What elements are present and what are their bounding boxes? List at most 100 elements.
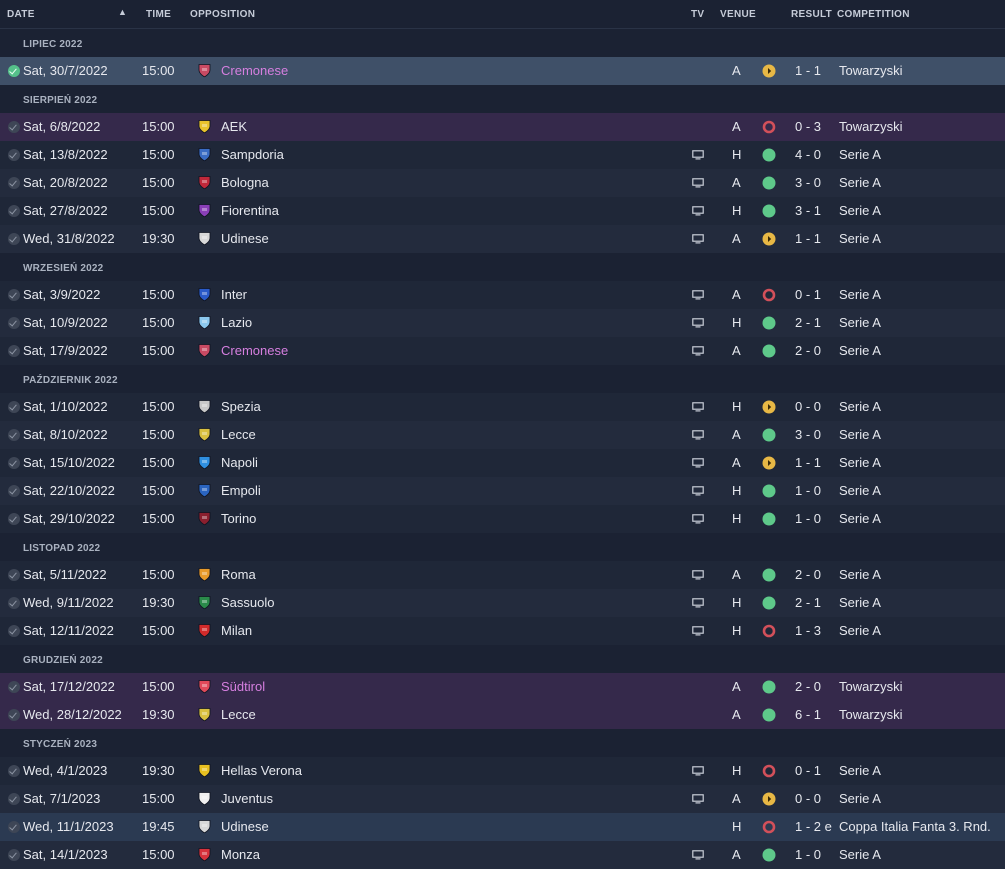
opponent-name[interactable]: Cremonese [221,343,288,358]
opponent-name[interactable]: Cremonese [221,63,288,78]
checkmark-icon[interactable] [8,681,20,693]
checkmark-icon[interactable] [8,457,20,469]
checkmark-icon[interactable] [8,513,20,525]
checkmark-icon[interactable] [8,401,20,413]
opponent-name[interactable]: Lazio [221,315,252,330]
competition-name[interactable]: Serie A [839,791,881,806]
competition-name[interactable]: Towarzyski [839,63,903,78]
date-column-header[interactable]: DATE [7,9,35,20]
fixture-row[interactable]: Sat, 22/10/2022 15:00 Empoli H 1 - 0 Serie A [0,477,1005,505]
fixture-row[interactable]: Wed, 11/1/2023 19:45 Udinese H 1 - 2 e Coppa … [0,813,1005,841]
competition-name[interactable]: Serie A [839,427,881,442]
competition-name[interactable]: Serie A [839,287,881,302]
checkmark-icon[interactable] [8,793,20,805]
fixture-row[interactable]: Sat, 30/7/2022 15:00 Cremonese A 1 - 1 Towarz… [0,57,1005,85]
result-column-header[interactable]: RESULT [791,9,832,20]
competition-name[interactable]: Serie A [839,175,881,190]
fixture-row[interactable]: Wed, 31/8/2022 19:30 Udinese A 1 - 1 Serie A [0,225,1005,253]
sort-ascending-icon[interactable]: ▲ [118,7,127,17]
checkmark-icon[interactable] [8,289,20,301]
checkmark-icon[interactable] [8,569,20,581]
competition-name[interactable]: Serie A [839,847,881,862]
opponent-name[interactable]: Udinese [221,231,269,246]
competition-name[interactable]: Serie A [839,567,881,582]
checkmark-icon[interactable] [8,765,20,777]
opponent-name[interactable]: AEK [221,119,247,134]
competition-name[interactable]: Serie A [839,455,881,470]
fixture-row[interactable]: Sat, 3/9/2022 15:00 Inter A 0 - 1 Serie A [0,281,1005,309]
competition-name[interactable]: Serie A [839,147,881,162]
opponent-name[interactable]: Bologna [221,175,269,190]
competition-name[interactable]: Towarzyski [839,119,903,134]
fixture-row[interactable]: Sat, 17/9/2022 15:00 Cremonese A 2 - 0 Serie … [0,337,1005,365]
time-column-header[interactable]: TIME [146,9,171,20]
venue-column-header[interactable]: VENUE [720,9,756,20]
checkmark-icon[interactable] [8,205,20,217]
opponent-name[interactable]: Südtirol [221,679,265,694]
fixture-row[interactable]: Wed, 28/12/2022 19:30 Lecce A 6 - 1 Towarzysk… [0,701,1005,729]
checkmark-icon[interactable] [8,345,20,357]
opponent-name[interactable]: Inter [221,287,247,302]
fixture-row[interactable]: Sat, 17/12/2022 15:00 Südtirol A 2 - 0 Towarz… [0,673,1005,701]
checkmark-icon[interactable] [8,485,20,497]
fixture-row[interactable]: Sat, 14/1/2023 15:00 Monza A 1 - 0 Serie A [0,841,1005,869]
opponent-name[interactable]: Udinese [221,819,269,834]
fixture-row[interactable]: Sat, 15/10/2022 15:00 Napoli A 1 - 1 Serie A [0,449,1005,477]
opponent-name[interactable]: Milan [221,623,252,638]
competition-column-header[interactable]: COMPETITION [837,9,910,20]
opponent-name[interactable]: Lecce [221,427,256,442]
opponent-name[interactable]: Hellas Verona [221,763,302,778]
competition-name[interactable]: Towarzyski [839,679,903,694]
competition-name[interactable]: Serie A [839,343,881,358]
opponent-name[interactable]: Sampdoria [221,147,284,162]
opponent-name[interactable]: Fiorentina [221,203,279,218]
fixture-row[interactable]: Sat, 10/9/2022 15:00 Lazio H 2 - 1 Serie A [0,309,1005,337]
fixture-row[interactable]: Sat, 5/11/2022 15:00 Roma A 2 - 0 Serie A [0,561,1005,589]
checkmark-icon[interactable] [8,709,20,721]
opponent-name[interactable]: Lecce [221,707,256,722]
fixture-row[interactable]: Sat, 29/10/2022 15:00 Torino H 1 - 0 Serie A [0,505,1005,533]
tv-column-header[interactable]: TV [691,9,704,20]
fixture-row[interactable]: Sat, 12/11/2022 15:00 Milan H 1 - 3 Serie A [0,617,1005,645]
checkmark-icon[interactable] [8,597,20,609]
opposition-column-header[interactable]: OPPOSITION [190,9,255,20]
competition-name[interactable]: Serie A [839,763,881,778]
opponent-name[interactable]: Monza [221,847,260,862]
fixture-row[interactable]: Sat, 20/8/2022 15:00 Bologna A 3 - 0 Serie A [0,169,1005,197]
opponent-name[interactable]: Napoli [221,455,258,470]
opponent-name[interactable]: Juventus [221,791,273,806]
fixture-row[interactable]: Sat, 13/8/2022 15:00 Sampdoria H 4 - 0 Serie … [0,141,1005,169]
opponent-name[interactable]: Spezia [221,399,261,414]
competition-name[interactable]: Serie A [839,231,881,246]
checkmark-icon[interactable] [8,625,20,637]
opponent-name[interactable]: Roma [221,567,256,582]
competition-name[interactable]: Towarzyski [839,707,903,722]
fixture-row[interactable]: Wed, 4/1/2023 19:30 Hellas Verona H 0 - 1 Ser… [0,757,1005,785]
competition-name[interactable]: Serie A [839,399,881,414]
checkmark-icon[interactable] [8,65,20,77]
opponent-name[interactable]: Torino [221,511,256,526]
competition-name[interactable]: Serie A [839,595,881,610]
checkmark-icon[interactable] [8,233,20,245]
competition-name[interactable]: Serie A [839,511,881,526]
competition-name[interactable]: Serie A [839,483,881,498]
checkmark-icon[interactable] [8,121,20,133]
fixture-row[interactable]: Sat, 27/8/2022 15:00 Fiorentina H 3 - 1 Serie… [0,197,1005,225]
opponent-name[interactable]: Empoli [221,483,261,498]
competition-name[interactable]: Serie A [839,623,881,638]
checkmark-icon[interactable] [8,149,20,161]
fixture-row[interactable]: Sat, 7/1/2023 15:00 Juventus A 0 - 0 Serie A [0,785,1005,813]
fixture-row[interactable]: Sat, 6/8/2022 15:00 AEK A 0 - 3 Towarzyski [0,113,1005,141]
checkmark-icon[interactable] [8,177,20,189]
checkmark-icon[interactable] [8,821,20,833]
opponent-name[interactable]: Sassuolo [221,595,274,610]
checkmark-icon[interactable] [8,317,20,329]
fixture-row[interactable]: Wed, 9/11/2022 19:30 Sassuolo H 2 - 1 Serie A [0,589,1005,617]
fixture-row[interactable]: Sat, 1/10/2022 15:00 Spezia H 0 - 0 Serie A [0,393,1005,421]
competition-name[interactable]: Coppa Italia Fanta 3. Rnd. [839,819,991,834]
fixture-row[interactable]: Sat, 8/10/2022 15:00 Lecce A 3 - 0 Serie A [0,421,1005,449]
checkmark-icon[interactable] [8,429,20,441]
checkmark-icon[interactable] [8,849,20,861]
competition-name[interactable]: Serie A [839,315,881,330]
competition-name[interactable]: Serie A [839,203,881,218]
